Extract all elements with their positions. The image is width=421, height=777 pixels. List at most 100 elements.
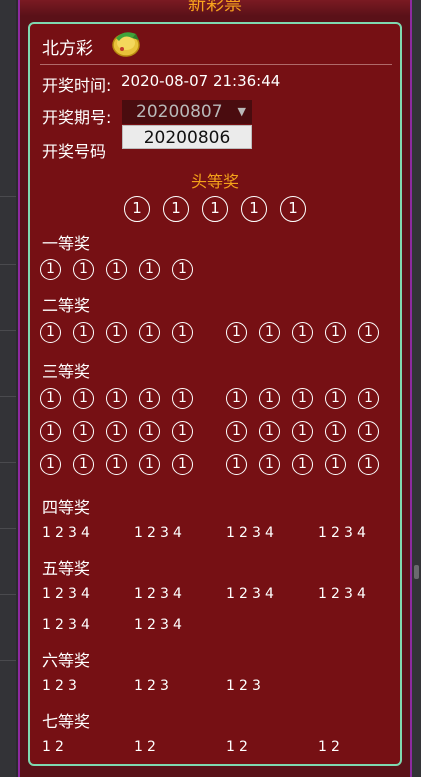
number-ball: 1 [358,454,379,475]
number-ball: 1 [139,388,160,409]
number-ball: 1 [292,421,313,442]
number-ball: 1 [358,322,379,343]
number-ball: 1 [325,421,346,442]
number-digit: 2 [55,678,64,694]
number-group: 1234 [134,525,186,541]
number-digit: 4 [173,525,182,541]
number-ball: 1 [106,259,127,280]
number-ball: 1 [172,454,193,475]
number-ball: 1 [73,388,94,409]
number-digit: 1 [318,586,327,602]
number-group: 123 [134,678,173,694]
number-group: 1234 [42,586,94,602]
number-digit: 4 [265,525,274,541]
number-digit: 2 [147,739,156,755]
tier-head-title: 头等奖 [190,172,239,191]
number-ball: 1 [259,322,280,343]
number-digit: 4 [81,586,90,602]
issue-selected-value: 20200807 [136,102,223,122]
triangle-down-icon: ▼ [237,105,246,118]
number-digit: 3 [68,678,77,694]
number-digit: 2 [239,739,248,755]
number-digit: 1 [226,739,235,755]
number-ball: 1 [73,454,94,475]
number-ball: 1 [172,322,193,343]
tier-4-title: 四等奖 [42,498,91,517]
number-digit: 2 [331,739,340,755]
number-ball: 1 [139,259,160,280]
number-digit: 3 [68,525,77,541]
number-ball: 1 [73,259,94,280]
number-digit: 4 [173,586,182,602]
number-ball: 1 [40,322,61,343]
number-ball: 1 [106,388,127,409]
left-background-strip [0,0,16,777]
number-digit: 1 [318,739,327,755]
number-ball: 1 [259,388,280,409]
number-ball: 1 [325,388,346,409]
draw-time-value: 2020-08-07 21:36:44 [121,72,281,90]
number-digit: 2 [147,678,156,694]
number-ball: 1 [259,421,280,442]
number-digit: 3 [68,586,77,602]
number-ball: 1 [280,196,306,222]
number-ball: 1 [73,322,94,343]
number-digit: 1 [42,678,51,694]
number-ball: 1 [172,388,193,409]
number-ball: 1 [292,454,313,475]
number-digit: 2 [239,525,248,541]
number-ball: 1 [40,388,61,409]
number-digit: 1 [42,739,51,755]
right-scrollbar[interactable] [411,0,421,777]
header-divider [40,64,392,65]
number-digit: 1 [226,678,235,694]
number-ball: 1 [106,454,127,475]
number-group: 1234 [226,586,278,602]
number-digit: 3 [160,678,169,694]
number-ball: 1 [40,421,61,442]
number-digit: 1 [42,586,51,602]
number-digit: 3 [68,617,77,633]
scroll-thumb[interactable] [414,565,419,579]
number-group: 1234 [42,525,94,541]
number-ball: 1 [163,196,189,222]
number-digit: 4 [357,525,366,541]
number-digit: 3 [160,586,169,602]
number-digit: 2 [147,586,156,602]
number-ball: 1 [139,322,160,343]
issue-label: 开奖期号: [42,108,112,127]
number-ball: 1 [106,322,127,343]
number-ball: 1 [106,421,127,442]
number-digit: 4 [81,617,90,633]
number-ball: 1 [40,454,61,475]
window-title-banner: 新彩票 [20,0,410,16]
draw-number-label: 开奖号码 [42,142,107,161]
number-group: 12 [134,739,160,755]
number-digit: 1 [134,678,143,694]
number-group: 123 [42,678,81,694]
number-digit: 2 [239,678,248,694]
number-digit: 2 [331,525,340,541]
number-group: 1234 [318,586,370,602]
number-digit: 4 [265,586,274,602]
number-ball: 1 [226,454,247,475]
number-ball: 1 [241,196,267,222]
number-digit: 1 [42,525,51,541]
issue-option[interactable]: 20200806 [122,125,252,149]
number-ball: 1 [292,322,313,343]
issue-select[interactable]: 20200807 ▼ [122,100,252,124]
number-group: 1234 [226,525,278,541]
number-digit: 3 [252,586,261,602]
number-ball: 1 [325,322,346,343]
number-digit: 2 [55,739,64,755]
number-digit: 1 [134,739,143,755]
number-digit: 1 [42,617,51,633]
number-ball: 1 [172,421,193,442]
number-digit: 1 [134,586,143,602]
number-digit: 4 [357,586,366,602]
number-ball: 1 [40,259,61,280]
number-ball: 1 [73,421,94,442]
number-digit: 3 [252,525,261,541]
number-digit: 4 [173,617,182,633]
tier-1-title: 一等奖 [42,234,91,253]
